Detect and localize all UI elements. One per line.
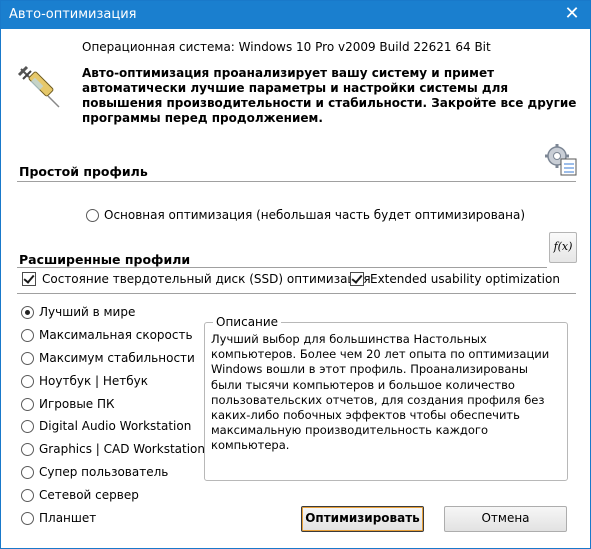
profile-label: Graphics | CAD Workstation (39, 442, 205, 456)
extended-usability-label: Extended usability optimization (370, 272, 560, 286)
description-groupbox: Описание Лучший выбор для большинства На… (204, 315, 568, 481)
ssd-optimization-label: Состояние твердотельный диск (SSD) оптим… (42, 272, 371, 286)
title-bar: Авто-оптимизация ✕ (1, 1, 590, 29)
profile-label: Сетевой сервер (39, 488, 139, 502)
formula-button[interactable]: f(x) (549, 232, 577, 263)
gear-settings-icon[interactable] (543, 142, 579, 178)
divider (17, 267, 547, 268)
auto-optimization-window: Авто-оптимизация ✕ Операционная система:… (0, 0, 591, 549)
profile-radio-best[interactable] (21, 306, 34, 319)
basic-optimization-label: Основная оптимизация (небольшая часть бу… (104, 208, 526, 222)
profile-radio-gaming[interactable] (21, 398, 34, 411)
advanced-profiles-heading: Расширенные профили (19, 252, 191, 267)
simple-profile-heading: Простой профиль (19, 164, 148, 179)
profile-radio-daw[interactable] (21, 420, 34, 433)
syringe-icon (17, 65, 60, 108)
optimize-button[interactable]: Оптимизировать (301, 506, 424, 532)
profile-radio-power-user[interactable] (21, 466, 34, 479)
window-title: Авто-оптимизация (9, 7, 137, 22)
profile-label: Digital Audio Workstation (39, 419, 192, 433)
divider (17, 181, 576, 182)
profile-radio-cad[interactable] (21, 443, 34, 456)
profile-label: Ноутбук | Нетбук (39, 374, 149, 388)
description-legend: Описание (213, 315, 282, 329)
basic-optimization-radio[interactable] (86, 209, 99, 222)
profile-radio-max-speed[interactable] (21, 329, 34, 342)
extended-usability-checkbox[interactable] (350, 272, 364, 286)
profile-label: Игровые ПК (39, 397, 115, 411)
profile-label: Супер пользователь (39, 465, 169, 479)
profile-radio-laptop[interactable] (21, 375, 34, 388)
divider (17, 293, 576, 294)
profile-label: Лучший в мире (39, 305, 136, 319)
profile-label: Максимум стабильности (39, 351, 195, 365)
profile-label: Максимальная скорость (39, 328, 193, 342)
profile-radio-server[interactable] (21, 489, 34, 502)
profile-label: Планшет (39, 511, 97, 525)
ssd-optimization-checkbox[interactable] (22, 272, 36, 286)
profile-radio-max-stability[interactable] (21, 352, 34, 365)
os-info: Операционная система: Windows 10 Pro v20… (82, 40, 491, 54)
close-icon[interactable]: ✕ (560, 4, 584, 26)
profile-radio-tablet[interactable] (21, 512, 34, 525)
profile-description-text: Лучший выбор для большинства Настольных … (211, 332, 550, 453)
cancel-button[interactable]: Отмена (444, 506, 567, 532)
intro-description: Авто-оптимизация проанализирует вашу сис… (82, 66, 577, 125)
